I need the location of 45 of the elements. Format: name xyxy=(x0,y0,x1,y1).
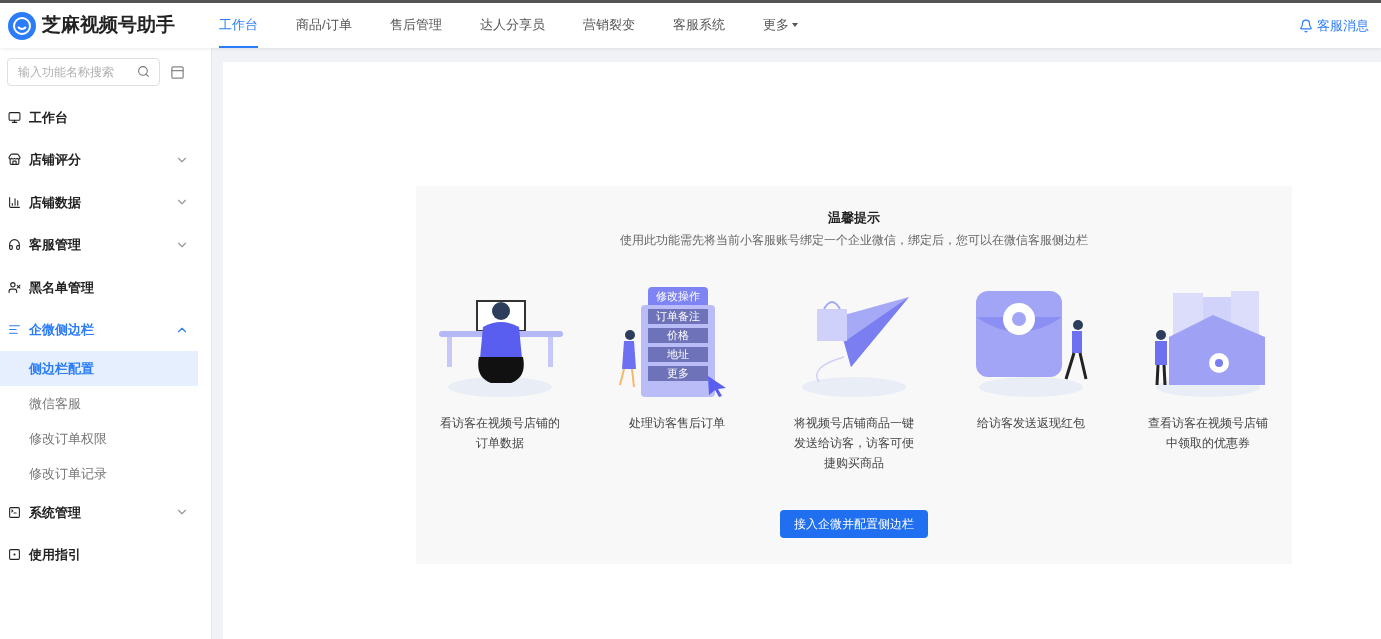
feature-caption: 看访客在视频号店铺的订单数据 xyxy=(439,414,561,452)
nav-tab[interactable]: 达人分享员 xyxy=(479,3,545,48)
tip-title: 温馨提示 xyxy=(828,209,880,227)
list-icon xyxy=(8,323,21,337)
user-icon xyxy=(8,280,21,294)
tip-text: 使用此功能需先将当前小客服账号绑定一个企业微信，绑定后，您可以在微信客服侧边栏 xyxy=(620,231,1088,249)
bell-icon xyxy=(1299,18,1313,33)
app-name: 芝麻视频号助手 xyxy=(42,13,175,38)
sidebar-subitem[interactable]: 修改订单记录 xyxy=(0,456,198,491)
person-icon xyxy=(618,328,638,389)
logo-icon xyxy=(8,11,36,40)
monitor-icon xyxy=(8,110,21,124)
caret-icon xyxy=(790,20,799,29)
cursor-icon xyxy=(707,374,727,397)
terminal-icon xyxy=(8,505,21,519)
search-icon xyxy=(137,65,150,78)
nav-tab[interactable]: 更多 xyxy=(762,3,799,48)
chart-icon xyxy=(8,195,21,209)
feature-caption: 查看访客在视频号店铺中领取的优惠券 xyxy=(1147,414,1269,452)
sidebar-item[interactable]: 黑名单管理 xyxy=(0,266,211,309)
sidebar-item[interactable]: 系统管理 xyxy=(0,491,211,534)
sidebar-item[interactable]: 使用指引 xyxy=(0,533,211,576)
search-field[interactable]: 输入功能名称搜索 xyxy=(7,58,160,86)
feature-caption: 给访客发送返现红包 xyxy=(976,414,1086,432)
sidebar-item[interactable]: 工作台 xyxy=(0,96,211,139)
feature-caption: 处理访客售后订单 xyxy=(628,414,726,432)
sidebar-item[interactable]: 企微侧边栏 xyxy=(0,308,211,351)
nav-tab[interactable]: 商品/订单 xyxy=(296,3,352,48)
nav-tab[interactable]: 客服系统 xyxy=(672,3,725,48)
square-icon xyxy=(8,548,21,562)
panel-icon[interactable] xyxy=(170,64,185,80)
sidebar-subitem[interactable]: 微信客服 xyxy=(0,386,198,421)
headset-icon xyxy=(8,238,21,252)
sidebar-item[interactable]: 店铺评分 xyxy=(0,138,211,181)
sidebar-subitem[interactable]: 修改订单权限 xyxy=(0,421,198,456)
nav-tab[interactable]: 售后管理 xyxy=(389,3,442,48)
store-icon xyxy=(8,153,21,167)
connect-button[interactable]: 接入企微并配置侧边栏 xyxy=(780,510,928,538)
menu-title: 修改操作 xyxy=(648,286,708,305)
customer-message-link[interactable]: 客服消息 xyxy=(1299,15,1369,36)
sidebar-item[interactable]: 客服管理 xyxy=(0,223,211,266)
nav-tab[interactable]: 营销裂变 xyxy=(582,3,635,48)
feature-caption: 将视频号店铺商品一键发送给访客，访客可便捷购买商品 xyxy=(793,414,915,472)
sidebar-item[interactable]: 店铺数据 xyxy=(0,181,211,224)
nav-tab[interactable]: 工作台 xyxy=(219,3,258,48)
